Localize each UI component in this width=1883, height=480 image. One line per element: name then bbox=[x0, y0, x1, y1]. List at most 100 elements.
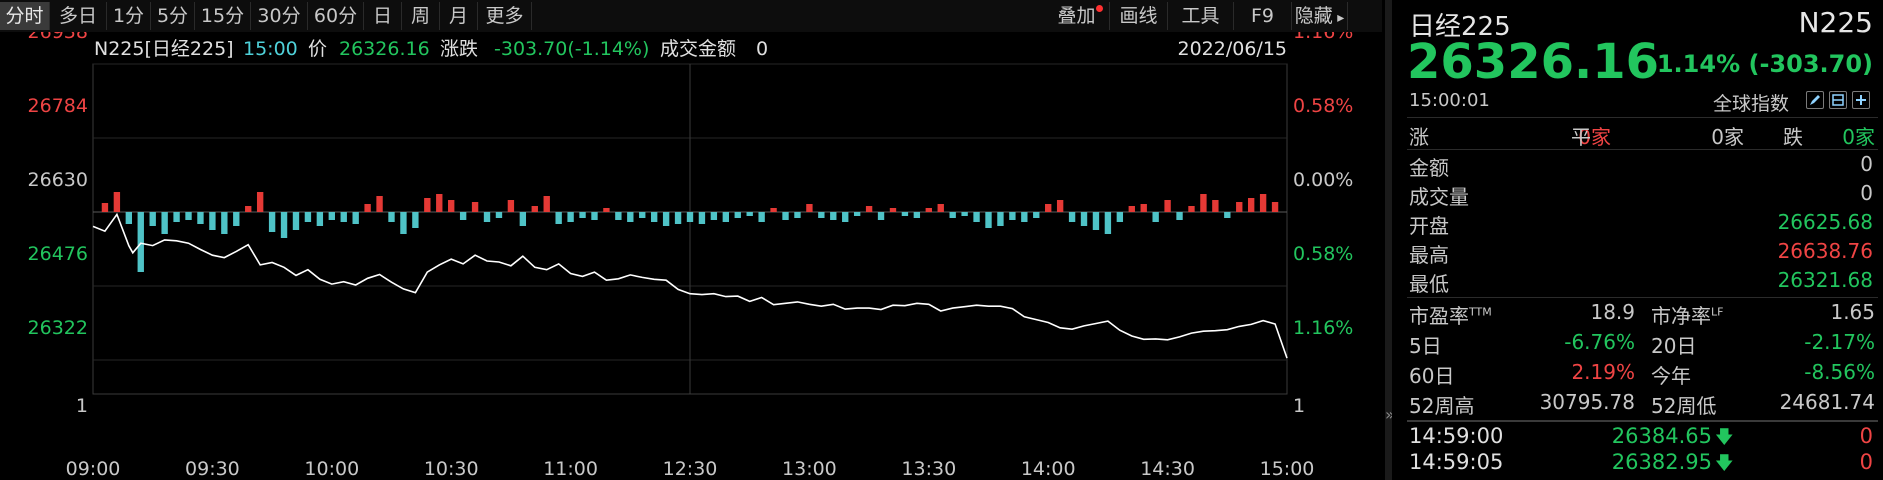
deviation-bar bbox=[149, 212, 156, 226]
deviation-bar bbox=[483, 212, 491, 222]
deviation-bar bbox=[698, 212, 706, 224]
toolbar-button-4[interactable]: 隐藏 ▸ bbox=[1292, 2, 1348, 30]
deviation-bar bbox=[1128, 206, 1135, 212]
x-tick: 15:00 bbox=[1260, 458, 1315, 480]
edit-icon[interactable] bbox=[1806, 91, 1824, 109]
global-index-link[interactable]: 全球指数 bbox=[1713, 89, 1789, 116]
period-tab-2[interactable]: 1分 bbox=[107, 2, 151, 30]
deviation-bar bbox=[627, 212, 634, 222]
period-tab-9[interactable]: 月 bbox=[440, 2, 478, 30]
deviation-bar bbox=[185, 212, 192, 220]
deviation-bar bbox=[197, 212, 204, 224]
layout-icon[interactable] bbox=[1829, 91, 1847, 109]
x-tick: 11:00 bbox=[543, 458, 598, 480]
y-tick-left: 26784 bbox=[28, 95, 88, 117]
deviation-bar bbox=[364, 204, 371, 212]
deviation-bar bbox=[328, 212, 335, 220]
deviation-bar bbox=[639, 212, 646, 218]
deviation-bar bbox=[304, 212, 312, 222]
chart-period-toolbar: 分时 多日 1分 5分 15分 30分 60分日周月更多 叠加 画线 工具 F9 隐藏 ▸ bbox=[0, 0, 1382, 32]
d60-label: 60日 bbox=[1409, 364, 1455, 388]
flat-count-label: 平 bbox=[1571, 125, 1591, 149]
y-tick-right: 1 bbox=[1293, 395, 1305, 417]
toolbar-button-1[interactable]: 画线 bbox=[1110, 2, 1168, 30]
d5-label: 5日 bbox=[1409, 334, 1442, 358]
deviation-bar bbox=[567, 212, 574, 222]
notification-dot-icon bbox=[1096, 5, 1103, 12]
deviation-bar bbox=[722, 212, 730, 222]
deviation-bar bbox=[543, 196, 550, 212]
y-tick-right: 0.58% bbox=[1293, 95, 1353, 117]
chart-change-label: 涨跌 bbox=[440, 38, 478, 60]
stat-label: 金额 bbox=[1409, 156, 1449, 180]
period-tab-7[interactable]: 日 bbox=[364, 2, 402, 30]
pe-value: 18.9 bbox=[1590, 300, 1635, 324]
deviation-bar bbox=[853, 212, 861, 216]
deviation-bar bbox=[268, 212, 276, 232]
deviation-bar bbox=[758, 212, 765, 222]
separator bbox=[1407, 149, 1878, 150]
chart-amount-label: 成交金额 bbox=[660, 38, 736, 60]
deviation-bar bbox=[770, 208, 777, 212]
chart-amount: 0 bbox=[756, 38, 768, 60]
quote-panel: 日经225 N225 26326.16 -1.14% (-303.70) 15:… bbox=[1392, 0, 1883, 480]
collapse-arrow-icon[interactable]: » bbox=[1385, 405, 1395, 424]
deviation-bar bbox=[316, 212, 324, 226]
deviation-bar bbox=[555, 212, 562, 224]
d20-label: 20日 bbox=[1651, 334, 1697, 358]
d5-value: -6.76% bbox=[1564, 330, 1635, 354]
stat-label: 成交量 bbox=[1409, 185, 1469, 209]
deviation-bar bbox=[245, 206, 252, 212]
tick-price: 26384.65 bbox=[1611, 424, 1712, 448]
period-tab-0[interactable]: 分时 bbox=[0, 2, 50, 30]
chart-canvas[interactable]: N225[日经225] 15:00 价 26326.16 涨跌 -303.70(… bbox=[0, 32, 1385, 480]
deviation-bar bbox=[710, 212, 718, 220]
period-tab-8[interactable]: 周 bbox=[402, 2, 440, 30]
deviation-bar bbox=[1116, 212, 1124, 222]
ytd-value: -8.56% bbox=[1804, 360, 1875, 384]
deviation-bar bbox=[436, 194, 443, 212]
period-tab-1[interactable]: 多日 bbox=[50, 2, 107, 30]
stat-value: 0 bbox=[1860, 181, 1873, 205]
ytd-label: 今年 bbox=[1651, 364, 1691, 388]
deviation-bar bbox=[579, 212, 586, 218]
period-tab-3[interactable]: 5分 bbox=[151, 2, 195, 30]
w52-high-value: 30795.78 bbox=[1539, 390, 1635, 414]
deviation-bar bbox=[1104, 212, 1112, 234]
deviation-bar bbox=[340, 212, 347, 222]
toolbar-button-2[interactable]: 工具 bbox=[1168, 2, 1234, 30]
deviation-bar bbox=[973, 212, 980, 222]
deviation-bar bbox=[949, 212, 956, 218]
tick-time: 14:59:00 bbox=[1409, 424, 1504, 448]
deviation-bar bbox=[997, 212, 1004, 226]
period-tab-4[interactable]: 15分 bbox=[195, 2, 251, 30]
period-tab-10[interactable]: 更多 bbox=[478, 2, 532, 30]
x-tick: 09:30 bbox=[185, 458, 240, 480]
deviation-bar bbox=[1271, 202, 1279, 212]
deviation-bar bbox=[1212, 200, 1219, 212]
pe-label: 市盈率TTM bbox=[1409, 304, 1492, 328]
deviation-bar bbox=[256, 192, 264, 212]
stat-value: 26625.68 bbox=[1777, 210, 1873, 234]
period-tab-6[interactable]: 60分 bbox=[308, 2, 364, 30]
deviation-bar bbox=[674, 212, 682, 224]
add-icon[interactable] bbox=[1852, 91, 1870, 109]
deviation-bar bbox=[591, 212, 598, 220]
chart-price: 26326.16 bbox=[339, 38, 430, 60]
stat-value: 0 bbox=[1860, 152, 1873, 176]
x-tick: 14:00 bbox=[1021, 458, 1076, 480]
toolbar-button-3[interactable]: F9 bbox=[1234, 2, 1292, 30]
deviation-bar bbox=[531, 206, 538, 212]
up-count-value: 0家 bbox=[1578, 125, 1611, 149]
deviation-bar bbox=[280, 212, 288, 238]
up-count-label: 涨 bbox=[1409, 125, 1429, 149]
x-tick: 09:00 bbox=[66, 458, 121, 480]
chart-date: 2022/06/15 bbox=[1177, 38, 1287, 60]
period-tab-5[interactable]: 30分 bbox=[251, 2, 308, 30]
deviation-bar bbox=[1056, 200, 1064, 212]
intraday-chart[interactable]: N225[日经225] 15:00 价 26326.16 涨跌 -303.70(… bbox=[0, 32, 1385, 480]
toolbar-button-0[interactable]: 叠加 bbox=[1044, 2, 1110, 30]
deviation-bar bbox=[1033, 212, 1040, 218]
change-absolute: (-303.70) bbox=[1748, 50, 1873, 78]
deviation-bar bbox=[615, 212, 622, 220]
